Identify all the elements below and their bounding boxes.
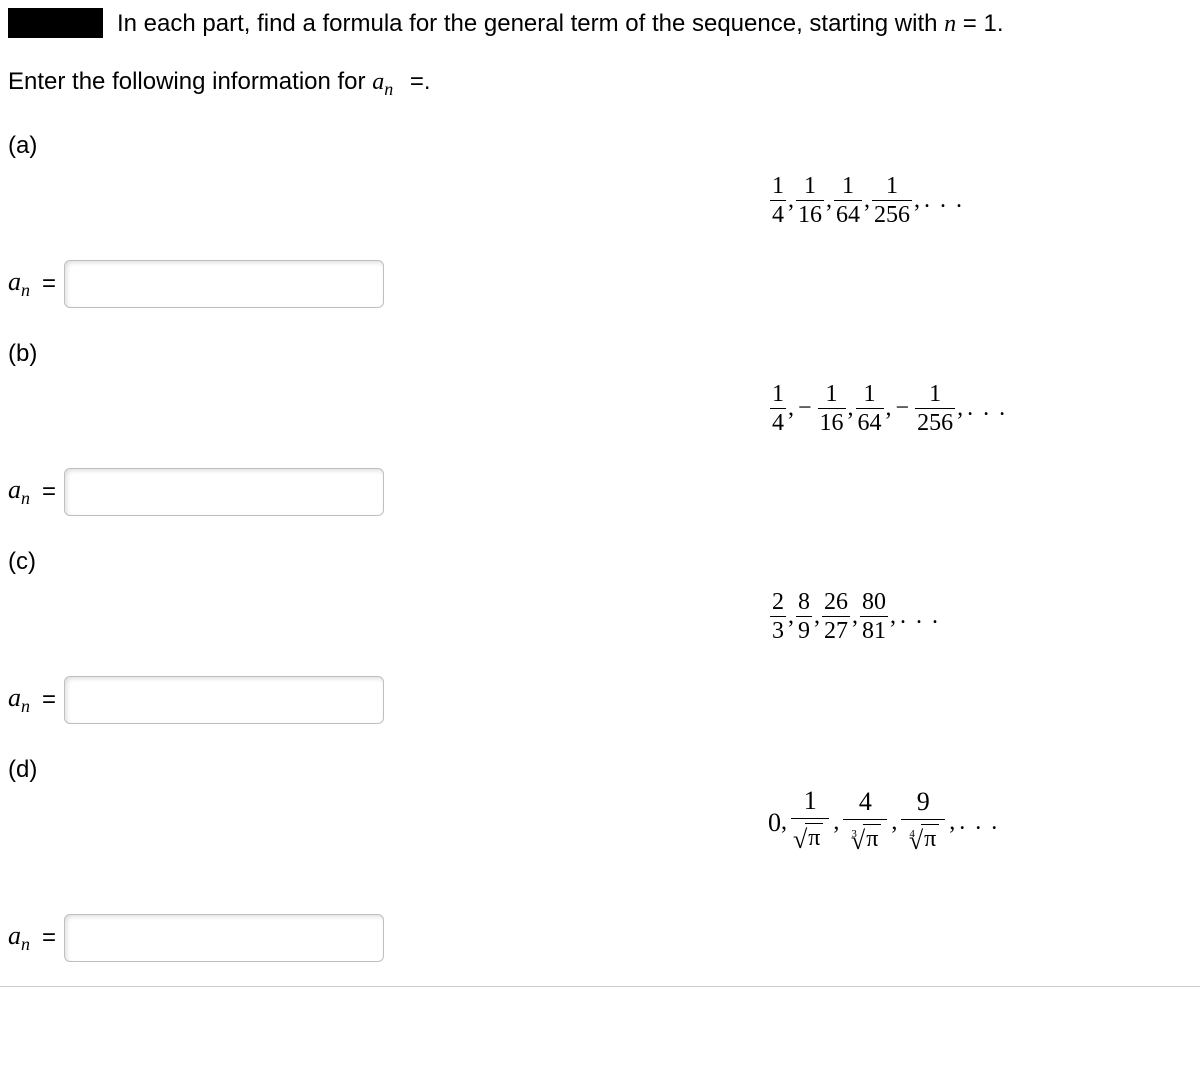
redacted-block xyxy=(8,8,103,38)
answer-input-c[interactable] xyxy=(64,676,384,724)
sep: , xyxy=(833,809,839,836)
sep: , xyxy=(864,187,870,214)
sequence-d: 0, 1 √π , 4 3√π , 9 4√π , . . . xyxy=(768,788,999,858)
part-b-sequence-block: 14, −116, 164, −1256, . . . xyxy=(8,382,1192,442)
cbrt-icon: 3√π xyxy=(849,824,881,854)
dots: . . . xyxy=(920,187,964,214)
answer-input-d[interactable] xyxy=(64,914,384,962)
sep: , xyxy=(891,809,897,836)
seq-b-term-3: 164 xyxy=(856,382,884,435)
sep: , xyxy=(788,603,794,630)
sep: , xyxy=(788,187,794,214)
seq-d-term-1: 1 √π xyxy=(791,788,829,858)
sep: , xyxy=(852,603,858,630)
minus-sign: − xyxy=(892,395,914,422)
seq-c-term-3: 2627 xyxy=(822,590,850,643)
part-d-label: (d) xyxy=(8,756,1192,784)
seq-a-term-4: 1256 xyxy=(872,174,912,227)
an-label-c: an xyxy=(8,683,30,717)
seq-b-term-4: 1256 xyxy=(915,382,955,435)
sep: , xyxy=(781,809,787,836)
eq-sign: = xyxy=(42,686,56,714)
dots: . . . xyxy=(963,395,1007,422)
instructions-tail: = 1. xyxy=(956,10,1003,37)
seq-d-term-3: 9 4√π xyxy=(901,789,945,856)
enter-line: Enter the following information for an =… xyxy=(8,68,1192,100)
seq-a-term-1: 14 xyxy=(770,174,786,227)
part-d-input-row: an = xyxy=(8,914,1192,962)
part-c-input-row: an = xyxy=(8,676,1192,724)
seq-c-term-2: 89 xyxy=(796,590,812,643)
seq-d-term-2: 4 3√π xyxy=(843,789,887,856)
part-a-label: (a) xyxy=(8,132,1192,160)
seq-a-term-3: 164 xyxy=(834,174,862,227)
header-row: In each part, find a formula for the gen… xyxy=(8,8,1192,40)
part-b-input-row: an = xyxy=(8,468,1192,516)
part-a-input-row: an = xyxy=(8,260,1192,308)
part-c-label: (c) xyxy=(8,548,1192,576)
enter-suffix: =. xyxy=(403,68,430,95)
sqrt-icon: √π xyxy=(797,823,823,853)
sep: , xyxy=(848,395,854,422)
seq-b-term-2: 116 xyxy=(818,382,846,435)
problem-container: In each part, find a formula for the gen… xyxy=(0,0,1200,987)
an-label-a: an xyxy=(8,267,30,301)
part-a-sequence-block: 14, 116, 164, 1256, . . . xyxy=(8,174,1192,234)
sequence-a: 14, 116, 164, 1256, . . . xyxy=(768,174,964,227)
eq-sign: = xyxy=(42,478,56,506)
seq-d-leading: 0 xyxy=(768,808,781,838)
fourthroot-icon: 4√π xyxy=(907,824,939,854)
seq-c-term-1: 23 xyxy=(770,590,786,643)
var-n: n xyxy=(944,11,956,37)
sequence-c: 23, 89, 2627, 8081, . . . xyxy=(768,590,940,643)
an-label-b: an xyxy=(8,475,30,509)
minus-sign: − xyxy=(794,395,816,422)
sep: , xyxy=(814,603,820,630)
sequence-b: 14, −116, 164, −1256, . . . xyxy=(768,382,1007,435)
seq-a-term-2: 116 xyxy=(796,174,824,227)
an-label-d: an xyxy=(8,921,30,955)
answer-input-b[interactable] xyxy=(64,468,384,516)
seq-b-term-1: 14 xyxy=(770,382,786,435)
enter-prefix: Enter the following information for xyxy=(8,68,372,95)
an-symbol-inline: an xyxy=(372,69,393,95)
dots: . . . xyxy=(955,809,999,836)
part-c-sequence-block: 23, 89, 2627, 8081, . . . xyxy=(8,590,1192,650)
instructions-main: In each part, find a formula for the gen… xyxy=(117,10,944,37)
part-d-sequence-block: 0, 1 √π , 4 3√π , 9 4√π , . . . xyxy=(8,798,1192,888)
seq-c-term-4: 8081 xyxy=(860,590,888,643)
eq-sign: = xyxy=(42,924,56,952)
dots: . . . xyxy=(896,603,940,630)
eq-sign: = xyxy=(42,270,56,298)
sep: , xyxy=(826,187,832,214)
part-b-label: (b) xyxy=(8,340,1192,368)
answer-input-a[interactable] xyxy=(64,260,384,308)
instructions-text: In each part, find a formula for the gen… xyxy=(117,8,1004,40)
